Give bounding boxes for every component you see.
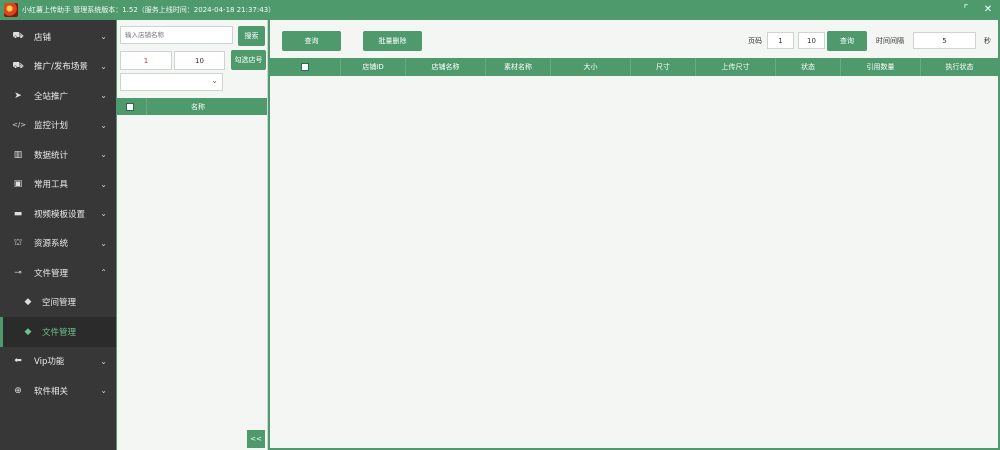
sidebar-subitem-space-management[interactable]: ◆ 空间管理: [0, 288, 116, 318]
maximize-icon[interactable]: ⌜: [960, 3, 972, 17]
sidebar-item-label: 推广/发布场景: [34, 62, 88, 73]
sidebar-item-label: 常用工具: [34, 180, 69, 191]
car-icon: ⛟: [12, 31, 24, 42]
sidebar-item-label: 软件相关: [34, 386, 69, 397]
header-divider: [146, 98, 147, 115]
column-name: 名称: [191, 102, 205, 111]
sidebar-item-file-management[interactable]: ⊸ 文件管理 ⌃: [0, 258, 116, 288]
chevron-down-icon: ⌄: [100, 386, 107, 396]
page-label: 页码: [748, 37, 762, 45]
column-dimensions: 尺寸: [630, 58, 695, 76]
app-logo-icon: [4, 3, 18, 17]
file-list-main: 查询 批量删除 页码 1 10 查询 时间间隔 5 秒 店铺ID 店铺名称 素材…: [270, 20, 998, 448]
chevron-down-icon: ⌄: [211, 76, 218, 85]
chevron-down-icon: ⌄: [100, 209, 107, 219]
sidebar-item-label: 文件管理: [42, 327, 77, 338]
sidebar-item-label: Vip功能: [34, 357, 65, 368]
sidebar-item-label: 空间管理: [42, 298, 77, 309]
tag-icon: ◆: [24, 326, 32, 337]
tag-icon: ◆: [24, 297, 32, 308]
select-all-cell: [270, 58, 340, 76]
sidebar-item-vip[interactable]: ⬅ Vip功能 ⌄: [0, 347, 116, 377]
column-material-name: 素材名称: [485, 58, 550, 76]
interval-input[interactable]: 5: [913, 32, 976, 49]
collapse-button[interactable]: <<: [247, 430, 265, 448]
search-button[interactable]: 搜索: [238, 26, 265, 46]
sidebar-item-label: 文件管理: [34, 268, 69, 279]
bank-icon: ⛫: [13, 237, 23, 248]
column-execution-status: 执行状态: [920, 58, 998, 76]
window-controls: ⌜ ✕: [960, 3, 994, 17]
sidebar-item-statistics[interactable]: ▥ 数据统计 ⌄: [0, 140, 116, 170]
sidebar-item-label: 监控计划: [34, 121, 69, 132]
sidebar-item-label: 视频模板设置: [34, 209, 86, 220]
chevron-down-icon: ⌄: [100, 61, 107, 71]
sidebar-item-label: 店铺: [34, 32, 52, 43]
chevron-down-icon: ⌄: [100, 32, 107, 42]
sidebar-item-site-promotion[interactable]: ➤ 全站推广 ⌄: [0, 81, 116, 111]
store-search-input[interactable]: [120, 26, 233, 44]
code-icon: </>: [12, 121, 27, 130]
sidebar-item-store[interactable]: ⛟ 店铺 ⌄: [0, 22, 116, 52]
interval-label: 时间间隔: [876, 37, 904, 45]
column-store-id: 店铺ID: [340, 58, 405, 76]
title-bar: 小红薯上传助手 管理系统版本：1.52（服务上线时间：2024-04-18 21…: [0, 0, 1000, 20]
page-number-input[interactable]: 1: [120, 51, 172, 70]
window-title: 小红薯上传助手 管理系统版本：1.52（服务上线时间：2024-04-18 21…: [22, 6, 276, 14]
briefcase-icon: ▬: [13, 208, 23, 219]
store-list-header: 名称: [117, 98, 267, 115]
query-button[interactable]: 查询: [282, 31, 341, 51]
sidebar-item-promotion-scene[interactable]: ⛟ 推广/发布场景 ⌄: [0, 52, 116, 82]
page-size-input[interactable]: 10: [174, 51, 225, 70]
column-size: 大小: [550, 58, 630, 76]
sidebar-item-monitor-plan[interactable]: </> 监控计划 ⌄: [0, 111, 116, 141]
chevron-down-icon: ⌄: [100, 150, 107, 160]
page-query-button[interactable]: 查询: [827, 31, 867, 51]
column-status: 状态: [775, 58, 840, 76]
sidebar-subitem-file-management[interactable]: ◆ 文件管理: [0, 317, 116, 347]
sidebar-item-label: 资源系统: [34, 239, 69, 250]
select-all-checkbox[interactable]: [301, 63, 309, 71]
chevron-down-icon: ⌄: [100, 120, 107, 130]
sidebar-item-tools[interactable]: ▣ 常用工具 ⌄: [0, 170, 116, 200]
column-store-name: 店铺名称: [405, 58, 485, 76]
navigation-icon: ➤: [14, 90, 22, 101]
download-circle-icon: ⊕: [14, 385, 22, 396]
page-size-input[interactable]: 10: [798, 32, 825, 49]
chevron-down-icon: ⌄: [100, 179, 107, 189]
select-store-button[interactable]: 勾选店号: [231, 50, 266, 70]
column-reference-count: 引用数量: [840, 58, 920, 76]
arrow-left-icon: ⬅: [14, 356, 22, 367]
contact-icon: ▣: [13, 179, 23, 190]
column-upload-dimensions: 上传尺寸: [695, 58, 775, 76]
chevron-down-icon: ⌄: [100, 356, 107, 366]
chevron-down-icon: ⌄: [100, 238, 107, 248]
sidebar-item-video-template[interactable]: ▬ 视频模板设置 ⌄: [0, 199, 116, 229]
sidebar-item-software[interactable]: ⊕ 软件相关 ⌄: [0, 376, 116, 406]
close-icon[interactable]: ✕: [982, 3, 994, 17]
page-number-input[interactable]: 1: [767, 32, 794, 49]
sidebar-item-label: 数据统计: [34, 150, 69, 161]
sidebar-item-resource-system[interactable]: ⛫ 资源系统 ⌄: [0, 229, 116, 259]
interval-unit: 秒: [984, 37, 991, 45]
chevron-up-icon: ⌃: [100, 268, 107, 278]
select-all-checkbox[interactable]: [126, 102, 134, 111]
batch-delete-button[interactable]: 批量删除: [363, 31, 422, 51]
bar-chart-icon: ▥: [13, 149, 23, 160]
chevron-down-icon: ⌄: [100, 91, 107, 101]
store-select[interactable]: ⌄: [120, 73, 223, 91]
store-list-panel: 搜索 1 10 勾选店号 ⌄ 名称 <<: [117, 20, 268, 450]
car-icon: ⛟: [12, 60, 24, 71]
key-icon: ⊸: [14, 267, 22, 278]
file-table-header: 店铺ID 店铺名称 素材名称 大小 尺寸 上传尺寸 状态 引用数量 执行状态: [270, 58, 998, 76]
sidebar: ⛟ 店铺 ⌄ ⛟ 推广/发布场景 ⌄ ➤ 全站推广 ⌄ </> 监控计划 ⌄ ▥…: [0, 20, 116, 450]
sidebar-item-label: 全站推广: [34, 91, 69, 102]
